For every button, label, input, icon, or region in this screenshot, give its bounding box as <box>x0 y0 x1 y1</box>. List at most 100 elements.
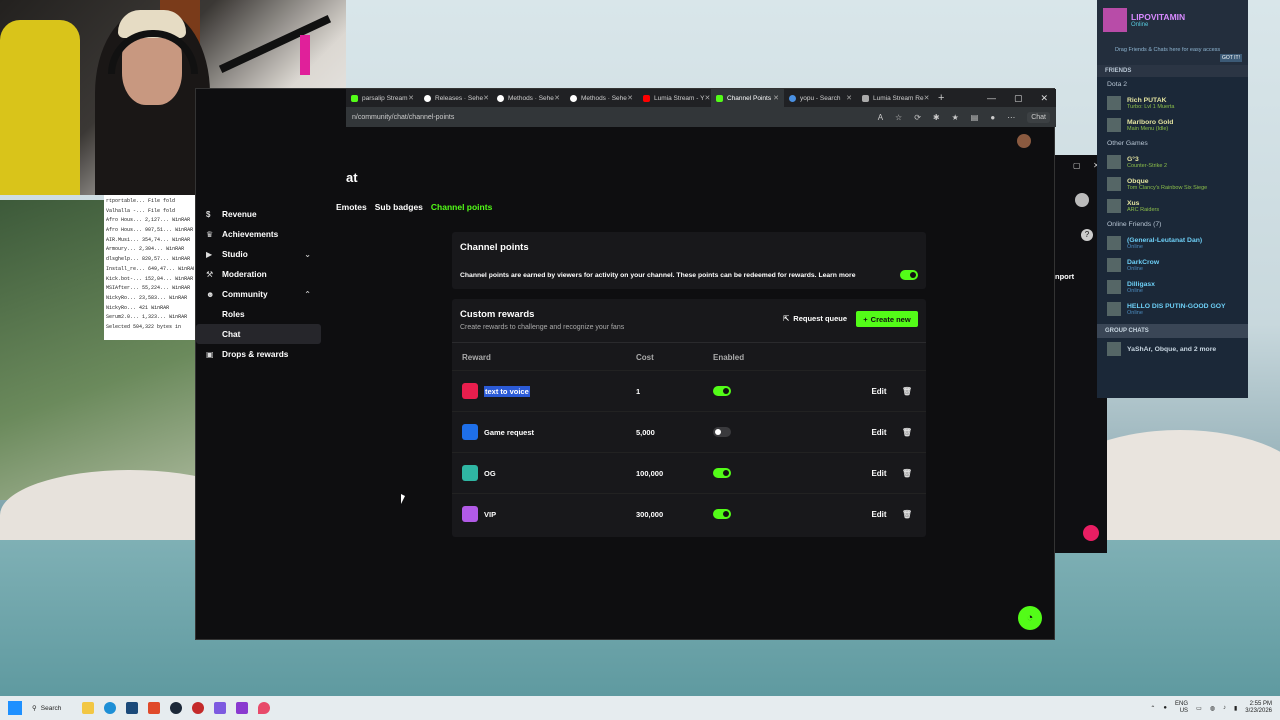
volume-icon[interactable]: ♪ <box>1223 705 1226 711</box>
close-icon[interactable]: ✕ <box>773 94 779 102</box>
microphone-icon[interactable]: ● <box>1163 705 1167 711</box>
maximize-icon[interactable]: ▢ <box>1073 161 1081 170</box>
profile-name[interactable]: LIPOVITAMIN <box>1131 12 1185 22</box>
table-row[interactable]: Game request 5,000 Edit 🗑 <box>452 411 926 452</box>
minimize-icon[interactable]: — <box>987 93 996 104</box>
close-icon[interactable]: ✕ <box>704 94 710 102</box>
tab-channel-points[interactable]: Channel points <box>431 202 492 212</box>
new-tab-button[interactable]: + <box>930 92 952 104</box>
battery-icon[interactable]: ▮ <box>1234 705 1237 712</box>
friend-item[interactable]: Xus ARC Raiders <box>1097 195 1248 217</box>
extension-icon[interactable]: ✱ <box>933 113 940 122</box>
sidebar-item-community[interactable]: ☻ Community ⌃ <box>196 284 321 304</box>
collections-icon[interactable]: ▤ <box>971 113 979 122</box>
tab-emotes[interactable]: Emotes <box>336 202 367 212</box>
reward-enabled-toggle[interactable] <box>713 427 731 437</box>
trash-icon[interactable]: 🗑 <box>899 465 915 481</box>
help-chat-button[interactable]: ◔ <box>1018 606 1042 630</box>
close-icon[interactable]: ✕ <box>846 94 852 102</box>
network-icon[interactable]: ◍ <box>1210 705 1215 712</box>
app-icon[interactable] <box>236 702 248 714</box>
browser-tab[interactable]: yopu - Search ✕ <box>784 89 857 107</box>
group-title[interactable]: Online Friends (7) <box>1097 217 1248 232</box>
reward-enabled-toggle[interactable] <box>713 468 731 478</box>
edit-button[interactable]: Edit <box>865 424 893 440</box>
table-row[interactable]: VIP 300,000 Edit 🗑 <box>452 493 926 534</box>
list-item[interactable]: dlsghelp... 820,57... WinRAR <box>106 255 194 265</box>
request-queue-button[interactable]: ⇱ Request queue <box>783 314 847 323</box>
app-icon[interactable] <box>126 702 138 714</box>
trash-icon[interactable]: 🗑 <box>899 506 915 522</box>
close-icon[interactable]: ✕ <box>1040 93 1048 104</box>
list-item[interactable]: Serum2.0... 1,323... WinRAR <box>106 313 194 323</box>
copilot-chat-button[interactable]: Chat <box>1027 111 1050 123</box>
group-title[interactable]: Dota 2 <box>1097 77 1248 92</box>
friend-item[interactable]: (General-Leutanat Dan) Online <box>1097 232 1248 254</box>
trash-icon[interactable]: 🗑 <box>899 424 915 440</box>
sidebar-item-moderation[interactable]: ⚒ Moderation <box>196 264 321 284</box>
more-icon[interactable]: ⋯ <box>1007 113 1015 122</box>
group-chat-item[interactable]: YaShAr, Obque, and 2 more <box>1097 338 1248 360</box>
profile-icon[interactable]: ● <box>990 113 995 122</box>
display-icon[interactable]: ▭ <box>1196 705 1202 712</box>
favorite-star-icon[interactable]: ☆ <box>895 113 902 122</box>
friend-item[interactable]: Dilligasx Online <box>1097 276 1248 298</box>
channel-points-toggle[interactable] <box>900 270 918 280</box>
maximize-icon[interactable]: ▢ <box>1014 93 1023 104</box>
list-item[interactable]: Afro Hous... 907,51... WinRAR <box>106 226 194 236</box>
read-aloud-icon[interactable]: A <box>878 113 883 122</box>
close-icon[interactable]: ✕ <box>924 94 930 102</box>
friend-item[interactable]: DarkCrow Online <box>1097 254 1248 276</box>
list-item[interactable]: Install_re... 649,47... WinRAR <box>106 265 194 275</box>
file-explorer-icon[interactable] <box>82 702 94 714</box>
list-item[interactable]: NickyRo... 421 WinRAR <box>106 304 194 314</box>
close-icon[interactable]: ✕ <box>483 94 489 102</box>
app-icon[interactable] <box>148 702 160 714</box>
browser-tab[interactable]: Lumia Stream Re ✕ <box>857 89 930 107</box>
close-icon[interactable]: ✕ <box>554 94 560 102</box>
close-icon[interactable]: ✕ <box>627 94 633 102</box>
chevron-up-icon[interactable]: ⌃ <box>1150 705 1155 712</box>
table-row[interactable]: text to voice 1 Edit 🗑 <box>452 370 926 411</box>
edit-button[interactable]: Edit <box>865 506 893 522</box>
app-icon[interactable] <box>192 702 204 714</box>
edit-button[interactable]: Edit <box>865 383 893 399</box>
list-item[interactable]: rtportable... File fold <box>106 197 194 207</box>
friend-item[interactable]: HELLO DIS PUTIN-GOOD GOY Online <box>1097 298 1248 320</box>
group-title[interactable]: Other Games <box>1097 136 1248 151</box>
list-item[interactable]: Kick.bot-... 152,04... WinRAR <box>106 275 194 285</box>
list-item[interactable]: NickyRo... 23,583... WinRAR <box>106 294 194 304</box>
create-new-button[interactable]: + Create new <box>856 311 918 327</box>
list-item[interactable]: Armoury... 2,304... WinRAR <box>106 245 194 255</box>
edge-icon[interactable] <box>104 702 116 714</box>
taskbar-search[interactable]: ⚲ Search <box>32 704 74 713</box>
friend-item[interactable]: Obque Tom Clancy's Rainbow Six Siege <box>1097 173 1248 195</box>
got-it-button[interactable]: GOT IT! <box>1220 54 1242 62</box>
close-icon[interactable]: ✕ <box>408 94 414 102</box>
address-bar[interactable]: n/community/chat/channel-points A ☆ ⟳ ✱ … <box>346 107 1056 127</box>
avatar[interactable] <box>1103 8 1127 32</box>
sidebar-item-achievements[interactable]: ♛ Achievements <box>196 224 321 244</box>
list-item[interactable]: AIR.Musi... 354,74... WinRAR <box>106 236 194 246</box>
friend-item[interactable]: G°3 Counter-Strike 2 <box>1097 151 1248 173</box>
browser-tab[interactable]: Methods · Sehe ✕ <box>565 89 638 107</box>
trash-icon[interactable]: 🗑 <box>899 383 915 399</box>
list-item[interactable]: MSIAfter... 55,224... WinRAR <box>106 284 194 294</box>
sidebar-item-revenue[interactable]: $ Revenue <box>196 204 321 224</box>
reward-enabled-toggle[interactable] <box>713 386 731 396</box>
record-button[interactable] <box>1083 525 1099 541</box>
list-item[interactable]: Valhalla -... File fold <box>106 207 194 217</box>
edit-button[interactable]: Edit <box>865 465 893 481</box>
list-item[interactable]: Afro Hous... 2,127... WinRAR <box>106 216 194 226</box>
windows-start-icon[interactable] <box>8 701 22 715</box>
sidebar-item-studio[interactable]: ▶ Studio ⌄ <box>196 244 321 264</box>
friend-item[interactable]: Marlboro Gold Main Menu (Idle) <box>1097 114 1248 136</box>
discord-icon[interactable] <box>214 702 226 714</box>
browser-tab[interactable]: Lumia Stream - Y ✕ <box>638 89 711 107</box>
sidebar-item-chat[interactable]: Chat <box>196 324 321 344</box>
clock[interactable]: 2:55 PM 3/23/2026 <box>1245 701 1272 715</box>
location-icon[interactable] <box>258 702 270 714</box>
tab-sub-badges[interactable]: Sub badges <box>375 202 423 212</box>
user-avatar[interactable] <box>1017 134 1031 148</box>
friend-item[interactable]: Rich PUTAK Turbo: Lvl 1 Muerta <box>1097 92 1248 114</box>
